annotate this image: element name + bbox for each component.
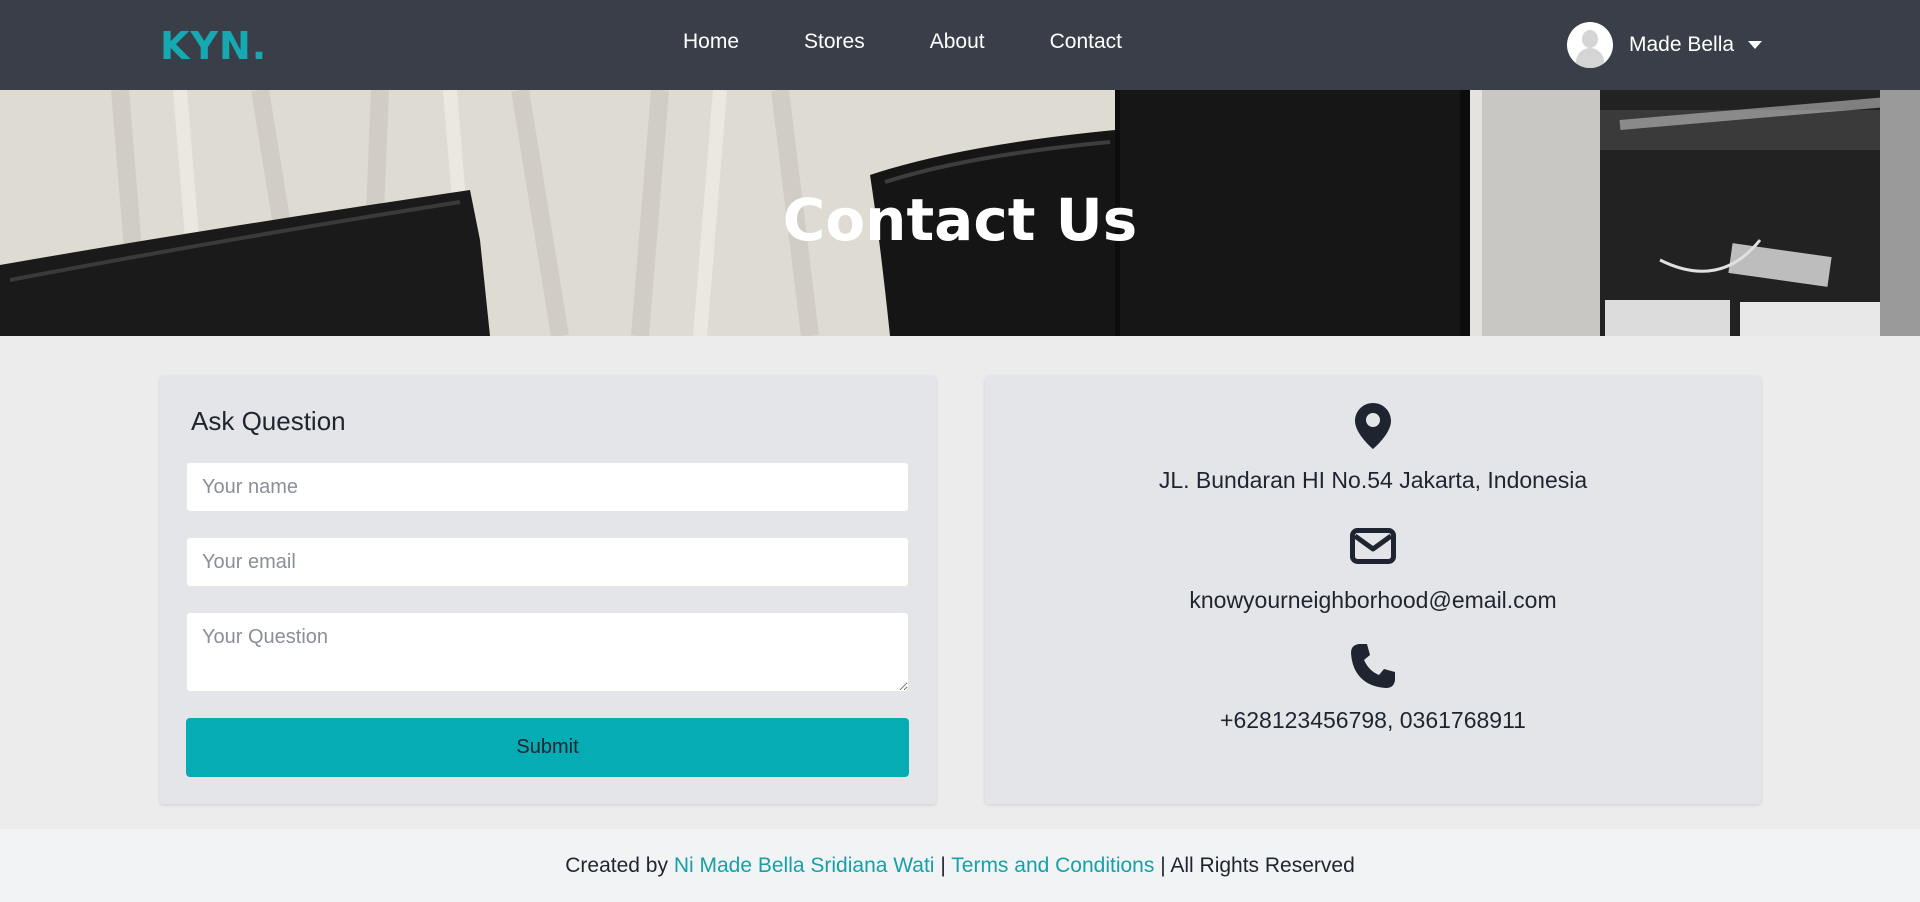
page-title: Contact Us [782,186,1138,254]
user-name: Made Bella [1629,33,1735,56]
footer-rights: | All Rights Reserved [1160,854,1355,877]
nav-link-contact[interactable]: Contact [1050,30,1122,54]
phone-icon [1351,644,1395,688]
phone-text: +628123456798, 0361768911 [1220,707,1526,733]
nav-link-about[interactable]: About [930,30,985,54]
nav-link-home[interactable]: Home [683,30,739,54]
envelope-icon [1350,528,1396,564]
top-navbar: KYN. Home Stores About Contact Made Bell… [0,0,1920,90]
name-input[interactable] [186,462,909,512]
email-text: knowyourneighborhood@email.com [1189,587,1557,613]
email-input[interactable] [186,537,909,587]
ask-question-card: Ask Question Submit [160,376,936,804]
author-link[interactable]: Ni Made Bella Sridiana Wati [674,854,935,877]
avatar [1567,22,1613,68]
footer-separator: | [940,854,946,877]
footer-prefix: Created by [565,854,668,877]
footer: Created by Ni Made Bella Sridiana Wati |… [0,829,1920,902]
address-text: JL. Bundaran HI No.54 Jakarta, Indonesia [1158,467,1588,493]
avatar-head [1582,30,1598,48]
nav-links: Home Stores About Contact [683,30,1122,54]
phone-icon-wrap [985,643,1761,689]
user-menu[interactable]: Made Bella [1567,22,1763,68]
hero-banner: Contact Us [0,90,1920,336]
terms-link[interactable]: Terms and Conditions [951,854,1154,877]
avatar-body [1576,48,1604,68]
question-textarea[interactable] [186,612,909,692]
nav-link-stores[interactable]: Stores [804,30,865,54]
form-title: Ask Question [191,406,346,436]
caret-down-icon[interactable] [1748,41,1763,49]
envelope-icon-wrap [985,528,1761,564]
brand-logo[interactable]: KYN. [160,24,267,68]
map-pin-icon [1355,403,1391,449]
submit-button[interactable]: Submit [186,718,909,777]
map-pin-icon-wrap [985,403,1761,449]
contact-info-card: JL. Bundaran HI No.54 Jakarta, Indonesia… [985,376,1761,804]
